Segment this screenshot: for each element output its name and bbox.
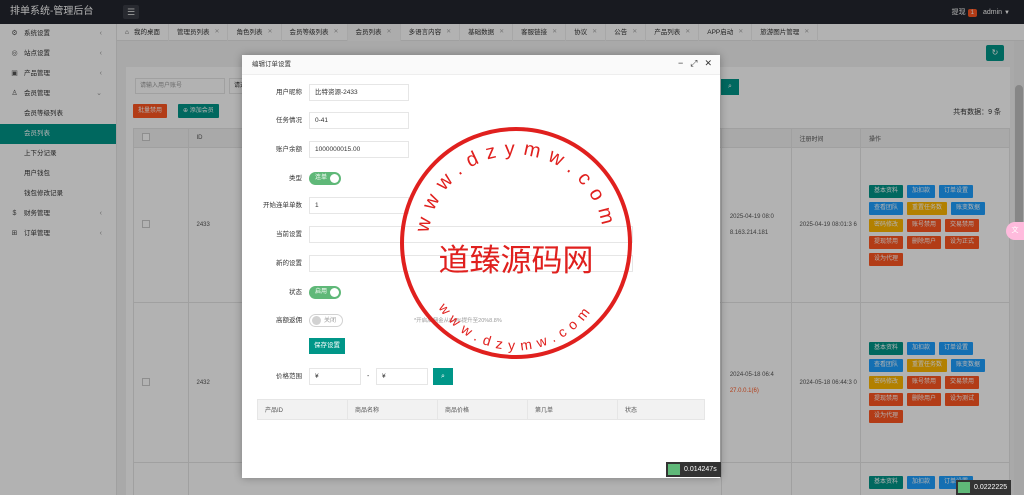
- stamp-brand: 道臻源码网: [439, 243, 594, 279]
- start-field[interactable]: 1: [309, 197, 409, 214]
- save-settings-button[interactable]: 保存设置: [309, 338, 345, 354]
- price-separator: -: [367, 373, 370, 380]
- search-icon[interactable]: ⌕: [433, 368, 453, 385]
- col-product-id: 产品ID: [257, 399, 348, 420]
- col-product-name: 商品名称: [347, 399, 438, 420]
- close-icon[interactable]: ✕: [704, 58, 712, 69]
- task-field[interactable]: 0-41: [309, 112, 409, 129]
- price-max-input[interactable]: ¥: [376, 368, 428, 385]
- timing-badge-2: 0.0222225: [956, 480, 1012, 495]
- row-price-range: 价格范围 ¥ - ¥ ⌕: [242, 368, 720, 385]
- watermark-stamp: www.dzymw.com www.dzymw.com 道臻源码网: [400, 127, 632, 359]
- col-status: 状态: [617, 399, 705, 420]
- price-min-input[interactable]: ¥: [309, 368, 361, 385]
- col-product-price: 商品价格: [437, 399, 528, 420]
- timer-icon: [958, 482, 970, 493]
- stamp-url-top: www.dzymw.com: [411, 138, 621, 235]
- balance-field[interactable]: 1000000015.00: [309, 141, 409, 158]
- translate-icon[interactable]: 文: [1006, 222, 1024, 240]
- dialog-controls: − ⤢ ✕: [678, 58, 712, 69]
- status-toggle[interactable]: 启用: [309, 286, 342, 299]
- high-commission-toggle[interactable]: 关闭: [309, 314, 344, 327]
- product-table: 产品ID 商品名称 商品价格 第几单 状态: [257, 399, 705, 420]
- stamp-url-bottom: www.dzymw.com: [435, 299, 596, 353]
- row-username: 用户昵称 比特资源-2433: [242, 84, 720, 101]
- timer-icon: [668, 464, 680, 475]
- col-order-index: 第几单: [527, 399, 618, 420]
- minimize-icon[interactable]: −: [678, 58, 683, 69]
- maximize-icon[interactable]: ⤢: [690, 58, 697, 69]
- dialog-title: 编辑订单设置: [242, 55, 720, 75]
- timing-badge: 0.014247s: [666, 462, 721, 477]
- type-toggle[interactable]: 连单: [309, 172, 342, 185]
- username-field[interactable]: 比特资源-2433: [309, 84, 409, 101]
